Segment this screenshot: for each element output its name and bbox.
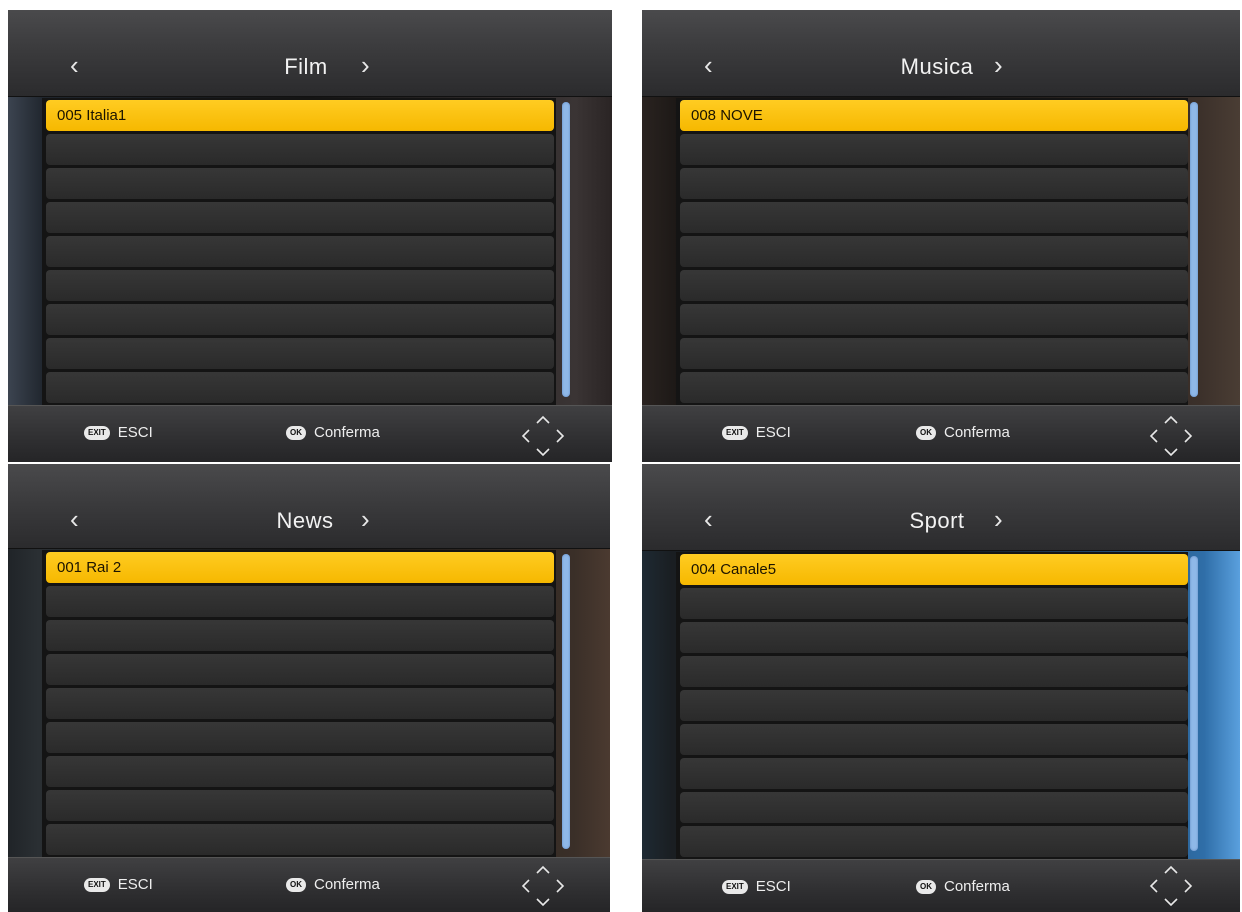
- exit-label: ESCI: [755, 424, 791, 441]
- exit-key-icon: EXIT: [84, 877, 110, 892]
- ok-label: Conferma: [314, 424, 380, 441]
- channel-row[interactable]: [680, 826, 1188, 857]
- category-header: ‹ News ›: [8, 464, 610, 549]
- chevron-right-icon[interactable]: ›: [361, 52, 370, 78]
- ok-key-icon: OK: [916, 879, 936, 894]
- channel-row[interactable]: [680, 588, 1188, 619]
- button-bar: EXIT ESCI OK Conferma: [8, 405, 612, 462]
- ok-key-icon: OK: [286, 877, 306, 892]
- ok-label: Conferma: [944, 424, 1010, 441]
- channel-row[interactable]: [680, 202, 1188, 233]
- ok-key-icon: OK: [286, 425, 306, 440]
- channel-row[interactable]: [46, 270, 554, 301]
- channel-row[interactable]: [680, 792, 1188, 823]
- channel-row[interactable]: [46, 338, 554, 369]
- channel-row[interactable]: [46, 168, 554, 199]
- scrollbar[interactable]: [1190, 102, 1198, 397]
- channel-row[interactable]: [680, 168, 1188, 199]
- category-title: Film: [284, 54, 328, 79]
- channel-list: 008 NOVE: [676, 98, 1188, 406]
- channel-row[interactable]: [46, 134, 554, 165]
- category-panel-sport: ‹ Sport › 004 Canale5 EXIT ESCI OK Confe…: [642, 464, 1240, 912]
- channel-row-selected[interactable]: 008 NOVE: [680, 100, 1188, 131]
- channel-row[interactable]: [680, 236, 1188, 267]
- category-header: ‹ Sport ›: [642, 464, 1240, 551]
- ok-hint: OK Conferma: [286, 424, 380, 441]
- category-panel-musica: ‹ Musica › 008 NOVE EXIT ESCI OK Conferm…: [642, 10, 1240, 462]
- dpad-arrows-icon: [1149, 415, 1193, 457]
- channel-row[interactable]: [680, 304, 1188, 335]
- channel-row[interactable]: [46, 236, 554, 267]
- exit-hint: EXIT ESCI: [722, 424, 791, 441]
- scrollbar[interactable]: [1190, 556, 1198, 851]
- dpad-arrows-icon: [521, 865, 565, 907]
- channel-row[interactable]: [680, 656, 1188, 687]
- chevron-right-icon[interactable]: ›: [361, 506, 370, 532]
- channel-row[interactable]: [46, 586, 554, 617]
- channel-row-selected[interactable]: 004 Canale5: [680, 554, 1188, 585]
- channel-row-selected[interactable]: 001 Rai 2: [46, 552, 554, 583]
- channel-list: 001 Rai 2: [42, 550, 556, 858]
- exit-hint: EXIT ESCI: [84, 876, 153, 893]
- ok-hint: OK Conferma: [916, 424, 1010, 441]
- ok-hint: OK Conferma: [286, 876, 380, 893]
- channel-row[interactable]: [46, 304, 554, 335]
- chevron-right-icon[interactable]: ›: [994, 506, 1003, 532]
- category-header: ‹ Film ›: [8, 10, 612, 97]
- ok-label: Conferma: [314, 876, 380, 893]
- scrollbar[interactable]: [562, 554, 570, 849]
- category-title: News: [276, 508, 334, 533]
- channel-row-selected[interactable]: 005 Italia1: [46, 100, 554, 131]
- category-title: Sport: [909, 508, 965, 533]
- ok-hint: OK Conferma: [916, 878, 1010, 895]
- channel-list: 005 Italia1: [42, 98, 556, 406]
- exit-label: ESCI: [117, 424, 153, 441]
- category-header: ‹ Musica ›: [642, 10, 1240, 97]
- channel-row[interactable]: [46, 756, 554, 787]
- exit-label: ESCI: [755, 878, 791, 895]
- channel-row[interactable]: [680, 690, 1188, 721]
- channel-row[interactable]: [46, 824, 554, 855]
- exit-key-icon: EXIT: [722, 879, 748, 894]
- dpad-arrows-icon: [1149, 865, 1193, 907]
- channel-row[interactable]: [46, 372, 554, 403]
- exit-label: ESCI: [117, 876, 153, 893]
- exit-key-icon: EXIT: [722, 425, 748, 440]
- channel-row[interactable]: [680, 724, 1188, 755]
- channel-row[interactable]: [46, 620, 554, 651]
- channel-list: 004 Canale5: [676, 552, 1188, 860]
- button-bar: EXIT ESCI OK Conferma: [642, 405, 1240, 462]
- channel-row[interactable]: [46, 790, 554, 821]
- category-panel-film: ‹ Film › 005 Italia1 EXIT ESCI OK Confer…: [8, 10, 612, 462]
- channel-row[interactable]: [46, 688, 554, 719]
- channel-row[interactable]: [46, 202, 554, 233]
- button-bar: EXIT ESCI OK Conferma: [8, 857, 610, 912]
- channel-row[interactable]: [680, 134, 1188, 165]
- exit-key-icon: EXIT: [84, 425, 110, 440]
- category-title: Musica: [900, 54, 974, 79]
- button-bar: EXIT ESCI OK Conferma: [642, 859, 1240, 912]
- channel-row[interactable]: [46, 654, 554, 685]
- channel-row[interactable]: [680, 622, 1188, 653]
- channel-row[interactable]: [680, 372, 1188, 403]
- channel-row[interactable]: [680, 270, 1188, 301]
- ok-label: Conferma: [944, 878, 1010, 895]
- scrollbar[interactable]: [562, 102, 570, 397]
- exit-hint: EXIT ESCI: [84, 424, 153, 441]
- channel-row[interactable]: [46, 722, 554, 753]
- chevron-right-icon[interactable]: ›: [994, 52, 1003, 78]
- category-panel-news: ‹ News › 001 Rai 2 EXIT ESCI OK Conferma: [8, 464, 610, 912]
- ok-key-icon: OK: [916, 425, 936, 440]
- channel-row[interactable]: [680, 338, 1188, 369]
- channel-row[interactable]: [680, 758, 1188, 789]
- exit-hint: EXIT ESCI: [722, 878, 791, 895]
- dpad-arrows-icon: [521, 415, 565, 457]
